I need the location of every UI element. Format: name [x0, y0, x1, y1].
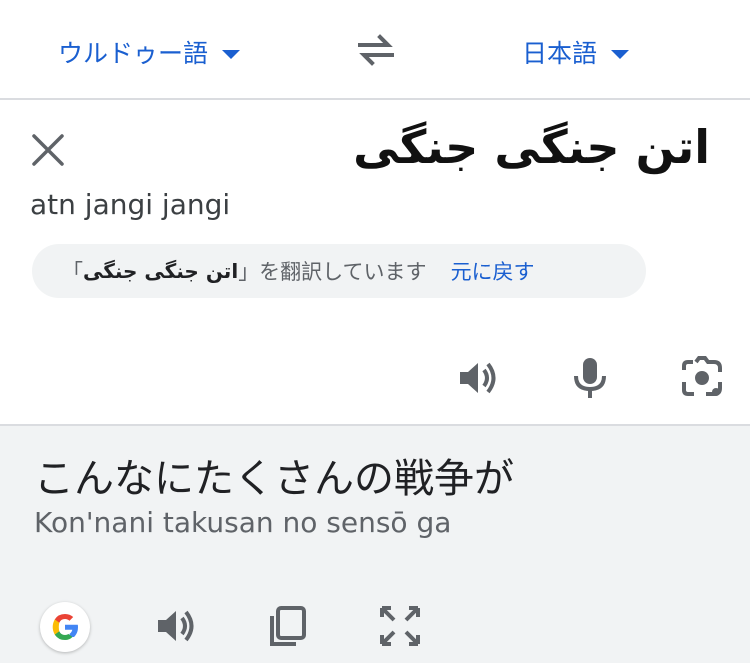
source-panel: اتن جنگی جنگی atn jangi jangi 「 اتن جنگی… — [0, 100, 750, 424]
source-language-label: ウルドゥー語 — [58, 39, 209, 68]
notice-suffix: 」を翻訳しています — [238, 260, 427, 284]
clear-input-button[interactable] — [28, 130, 68, 170]
speaker-icon — [460, 362, 496, 394]
translated-text: こんなにたくさんの戦争が — [34, 456, 514, 502]
result-panel: こんなにたくさんの戦争が Kon'nani takusan no sensō g… — [0, 424, 750, 663]
camera-lens-icon — [682, 356, 722, 396]
copy-translation-button[interactable] — [264, 602, 312, 650]
listen-source-button[interactable] — [454, 354, 502, 402]
swap-icon — [358, 34, 394, 66]
translated-romanization: Kon'nani takusan no sensō ga — [34, 506, 452, 539]
google-search-button[interactable] — [40, 602, 90, 652]
close-icon — [32, 134, 64, 166]
target-dropdown-icon — [611, 49, 630, 59]
mic-icon — [574, 358, 606, 398]
voice-input-button[interactable] — [566, 354, 614, 402]
translating-notice: 「 اتن جنگی جنگی 」を翻訳しています 元に戻す — [32, 244, 646, 298]
source-dropdown-icon — [222, 49, 241, 59]
camera-translate-button[interactable] — [678, 354, 726, 402]
fullscreen-icon — [380, 606, 420, 646]
listen-translation-button[interactable] — [152, 602, 200, 650]
target-language-label: 日本語 — [522, 39, 598, 68]
target-language-selector[interactable]: 日本語 — [522, 32, 630, 72]
copy-icon — [270, 606, 306, 646]
revert-link[interactable]: 元に戻す — [451, 256, 535, 286]
notice-original-text: اتن جنگی جنگی — [83, 259, 239, 283]
speaker-icon — [158, 610, 194, 642]
source-transliteration: atn jangi jangi — [30, 188, 231, 221]
google-g-icon — [52, 614, 78, 640]
source-language-selector[interactable]: ウルドゥー語 — [58, 32, 241, 72]
source-text[interactable]: اتن جنگی جنگی — [353, 120, 710, 174]
swap-languages-button[interactable] — [354, 30, 398, 70]
notice-prefix: 「 — [62, 260, 83, 284]
language-bar: ウルドゥー語 日本語 — [0, 0, 750, 100]
fullscreen-button[interactable] — [376, 602, 424, 650]
